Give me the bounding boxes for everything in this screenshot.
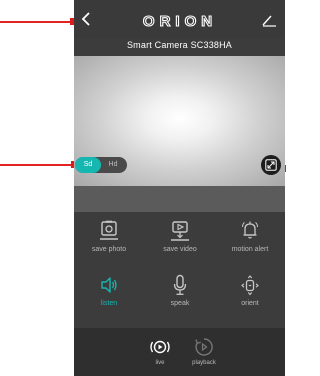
speak-label: speak bbox=[170, 300, 190, 307]
save-photo-button[interactable]: save photo bbox=[74, 220, 144, 253]
playback-icon bbox=[195, 338, 213, 356]
expand-icon bbox=[265, 159, 277, 171]
tab-live[interactable]: live bbox=[135, 336, 185, 366]
orion-logo: ORION bbox=[142, 13, 216, 29]
live-icon bbox=[150, 340, 170, 354]
speaker-icon bbox=[101, 277, 117, 293]
fullscreen-button[interactable] bbox=[261, 155, 281, 175]
brand-logo: ORION bbox=[74, 13, 285, 29]
edit-button[interactable] bbox=[261, 13, 277, 27]
video-lower-band bbox=[74, 186, 285, 212]
save-video-label: save video bbox=[163, 246, 197, 253]
annotation-line-quality bbox=[0, 164, 74, 166]
svg-text:ORION: ORION bbox=[142, 13, 216, 29]
speak-button[interactable]: speak bbox=[145, 274, 215, 307]
quality-toggle[interactable]: Sd Hd bbox=[75, 157, 127, 173]
top-bar: ORION bbox=[74, 0, 285, 38]
microphone-icon bbox=[173, 274, 187, 295]
save-photo-label: save photo bbox=[91, 246, 127, 253]
orient-button[interactable]: orient bbox=[215, 274, 285, 307]
annotation-line-back bbox=[0, 21, 72, 23]
motion-alert-label: motion alert bbox=[231, 246, 269, 253]
camera-name: Smart Camera SC338HA bbox=[126, 40, 233, 50]
orient-label: orient bbox=[241, 300, 259, 307]
tab-playback-label: playback bbox=[192, 360, 216, 366]
tab-playback[interactable]: playback bbox=[179, 336, 229, 366]
save-video-button[interactable]: save video bbox=[145, 220, 215, 253]
motion-alert-button[interactable]: motion alert bbox=[215, 220, 285, 253]
bell-icon bbox=[242, 221, 258, 239]
download-video-icon bbox=[171, 221, 189, 241]
bottom-tab-bar: live playback bbox=[74, 328, 285, 376]
tab-live-label: live bbox=[155, 360, 165, 366]
listen-label: listen bbox=[100, 300, 118, 307]
pencil-icon bbox=[262, 15, 276, 27]
camera-app-screen: ORION Smart Camera SC338HA Sd Hd save ph… bbox=[74, 0, 285, 376]
orient-icon bbox=[241, 275, 259, 296]
quality-option-sd[interactable]: Sd bbox=[75, 157, 101, 173]
quality-option-hd[interactable]: Hd bbox=[101, 157, 125, 173]
listen-button[interactable]: listen bbox=[74, 274, 144, 307]
camera-icon bbox=[100, 220, 118, 240]
